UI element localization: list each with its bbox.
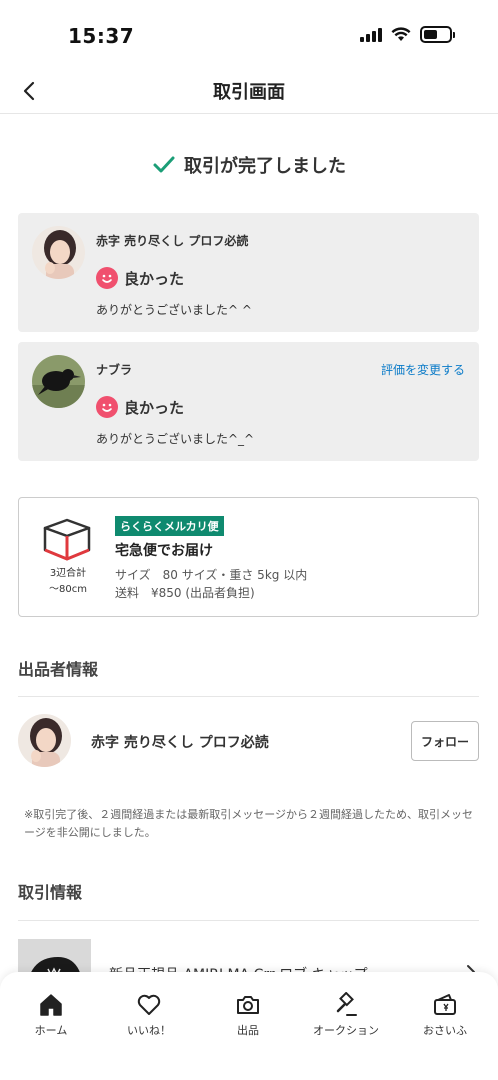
check-icon xyxy=(153,156,175,173)
tab-label: ホーム xyxy=(34,1024,68,1037)
completion-banner: 取引が完了しました xyxy=(0,152,498,178)
avatar[interactable] xyxy=(32,226,85,279)
box-icon xyxy=(43,518,91,561)
avatar[interactable] xyxy=(32,355,85,408)
review-card: ナブラ 評価を変更する 良かった ありがとうございました^_^ xyxy=(18,342,479,461)
rating-label: 良かった xyxy=(124,398,185,417)
shipping-method: 宅急便でお届け xyxy=(115,543,213,559)
wallet-icon xyxy=(434,994,456,1015)
follow-button[interactable]: フォロー xyxy=(411,721,479,761)
tab-label: オークション xyxy=(313,1024,379,1037)
tab-likes[interactable]: いいね！ xyxy=(104,992,194,1038)
cellular-signal-icon xyxy=(360,27,382,42)
status-time: 15:37 xyxy=(68,24,135,48)
divider xyxy=(18,696,479,697)
shipping-service-badge: らくらくメルカリ便 xyxy=(115,516,224,536)
battery-icon xyxy=(420,26,455,43)
heart-icon xyxy=(137,994,161,1015)
change-rating-link[interactable]: 評価を変更する xyxy=(381,361,465,378)
gavel-icon xyxy=(336,992,357,1016)
divider xyxy=(18,920,479,921)
shipping-card: 3辺合計 〜80cm らくらくメルカリ便 宅急便でお届け サイズ 80 サイズ・… xyxy=(18,497,479,617)
smile-icon xyxy=(96,396,118,418)
completion-message: 取引が完了しました xyxy=(184,156,346,177)
review-rating: 良かった xyxy=(96,396,184,418)
review-message: ありがとうございました^ ^ xyxy=(96,303,252,317)
review-rating: 良かった xyxy=(96,267,184,289)
page-title: 取引画面 xyxy=(213,82,285,103)
tab-sell[interactable]: 出品 xyxy=(203,992,293,1038)
trade-section-title: 取引情報 xyxy=(18,883,83,902)
tab-label: 出品 xyxy=(237,1024,259,1037)
review-message: ありがとうございました^_^ xyxy=(96,432,255,446)
status-icons xyxy=(360,26,455,43)
reviewer-name: ナブラ xyxy=(96,363,133,377)
avatar[interactable] xyxy=(18,714,71,767)
wifi-icon xyxy=(391,27,411,41)
camera-icon xyxy=(237,996,259,1014)
tab-wallet[interactable]: おさいふ xyxy=(400,992,490,1038)
seller-name: 赤字 売り尽くし プロフ必読 xyxy=(91,735,269,751)
seller-row[interactable]: 赤字 売り尽くし プロフ必読 フォロー xyxy=(0,710,498,770)
tab-bar: ホーム いいね！ 出品 オークション おさいふ xyxy=(0,972,498,1080)
tab-label: おさいふ xyxy=(423,1024,467,1037)
tab-auction[interactable]: オークション xyxy=(301,992,391,1038)
box-size: 3辺合計 〜80cm xyxy=(49,568,87,595)
shipping-fee: 送料 ¥850 (出品者負担) xyxy=(115,586,255,600)
review-card: 赤字 売り尽くし プロフ必読 良かった ありがとうございました^ ^ xyxy=(18,213,479,332)
seller-section-title: 出品者情報 xyxy=(18,660,99,679)
home-icon xyxy=(40,994,62,1016)
rating-label: 良かった xyxy=(124,269,185,288)
smile-icon xyxy=(96,267,118,289)
reviewer-name: 赤字 売り尽くし プロフ必読 xyxy=(96,234,249,248)
message-hidden-notice: ※取引完了後、２週間経過または最新取引メッセージから２週間経過したため、取引メッ… xyxy=(24,808,473,839)
nav-bar: 取引画面 xyxy=(0,70,498,114)
status-bar: 15:37 xyxy=(0,0,498,70)
tab-home[interactable]: ホーム xyxy=(6,992,96,1038)
tab-label: いいね！ xyxy=(127,1024,171,1037)
shipping-size: サイズ 80 サイズ・重さ 5kg 以内 xyxy=(115,568,308,582)
